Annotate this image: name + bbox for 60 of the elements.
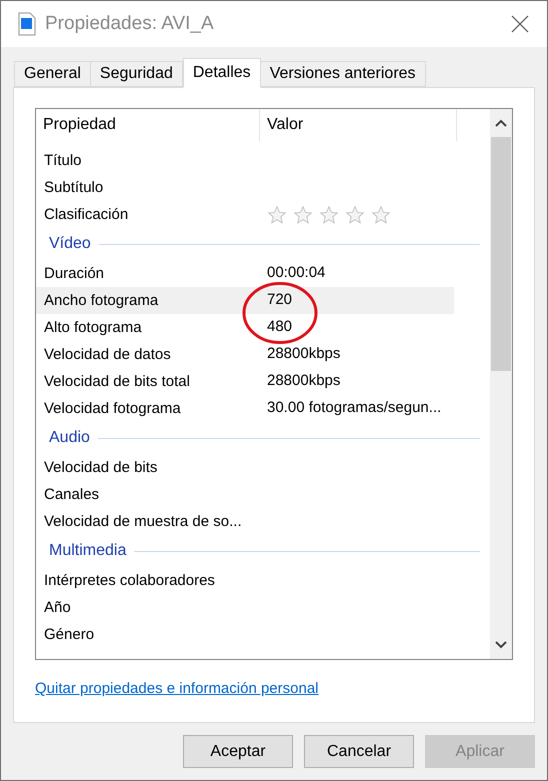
property-name: Subtítulo [44,178,104,196]
property-value: 28800kbps [267,371,340,392]
tab[interactable]: General [14,61,91,87]
section-heading: Multimedia [49,541,126,561]
property-value: 30.00 fotogramas/segun... [267,398,442,418]
window-title: Propiedades: AVI_A [45,12,214,36]
property-row[interactable]: Año [36,594,454,621]
tab[interactable]: Seguridad [90,61,183,87]
property-name: Velocidad de bits total [44,372,190,390]
property-row[interactable]: Duración 00:00:04 [36,260,454,287]
property-name: Velocidad de muestra de so... [44,512,242,530]
property-row[interactable]: Intérpretes colaboradores [36,567,454,594]
property-name: Velocidad de bits [44,458,158,476]
close-icon[interactable] [511,15,529,33]
scroll-up-icon[interactable] [495,119,507,127]
star-icon [267,204,287,224]
tab[interactable]: Detalles [182,58,261,88]
property-row[interactable]: Velocidad de datos 28800kbps [36,341,454,368]
property-name: Alto fotograma [44,318,142,336]
section-heading: Vídeo [49,234,91,254]
property-value: 720 [267,290,292,310]
property-row[interactable]: Alto fotograma 480 [36,314,454,341]
video-file-icon [18,12,36,36]
property-name: Velocidad fotograma [44,400,181,416]
property-name: Duración [44,264,104,282]
property-row[interactable]: Velocidad fotograma 30.00 fotogramas/segun... [36,395,454,422]
scrollbar[interactable] [490,109,512,659]
star-icon [319,204,339,224]
star-icon [345,204,365,224]
property-row[interactable]: Título [36,147,454,174]
section-heading: Audio [49,428,90,448]
property-row[interactable]: Canales [36,481,454,508]
property-name: Año [44,598,71,616]
star-icon [293,204,313,224]
property-name: Ancho fotograma [44,292,158,308]
scroll-thumb[interactable] [491,137,511,371]
property-row[interactable]: Velocidad de muestra de so... [36,508,454,535]
tab[interactable]: Versiones anteriores [260,61,426,87]
star-icon [371,204,391,224]
column-header[interactable]: Propiedad [43,113,116,137]
property-name: Canales [44,486,100,502]
property-value: 00:00:04 [267,263,326,284]
property-row[interactable]: Clasificación [36,201,454,228]
property-name: Clasificación [44,206,128,222]
property-row[interactable]: Velocidad de bits total 28800kbps [36,368,454,395]
property-row[interactable]: Velocidad de bits [36,454,454,481]
property-name: Velocidad de datos [44,346,171,362]
property-row[interactable]: Subtítulo [36,174,454,201]
property-name: Título [44,152,82,168]
property-name: Género [44,626,94,642]
column-header[interactable]: Valor [267,113,304,137]
remove-properties-link[interactable]: Quitar propiedades e información personal [35,678,318,700]
property-row[interactable]: Género [36,621,454,648]
dialog-button[interactable]: Aceptar [183,735,293,768]
property-row[interactable]: Ancho fotograma 720 [36,287,454,314]
property-value: 28800kbps [267,344,340,364]
dialog-button[interactable]: Cancelar [304,735,414,768]
scroll-down-icon[interactable] [495,641,507,649]
property-name: Intérpretes colaboradores [44,572,215,588]
property-value: 480 [267,317,292,338]
